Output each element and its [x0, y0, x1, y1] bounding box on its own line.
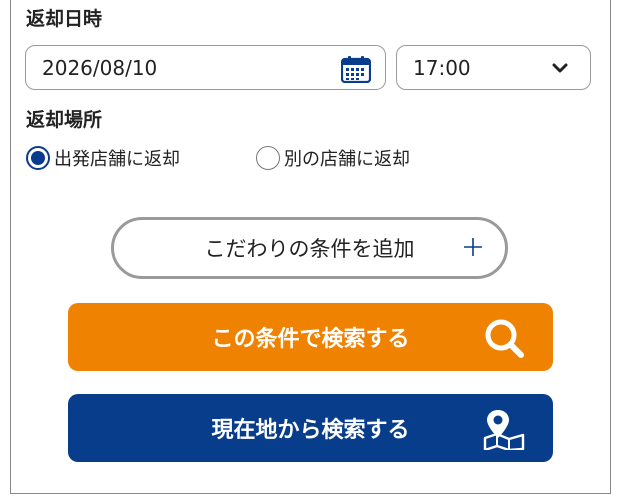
search-button-label: この条件で検索する [211, 327, 410, 352]
return-date-field[interactable]: 2026/08/10 [25, 45, 386, 90]
plus-icon [464, 238, 482, 256]
magnifier-icon [485, 319, 524, 358]
return-time-value: 17:00 [413, 55, 471, 80]
radio-other-store-label: 別の店舗に返却 [284, 149, 410, 170]
return-datetime-heading: 返却日時 [26, 8, 103, 30]
return-time-select[interactable]: 17:00 [396, 45, 591, 90]
add-conditions-button[interactable]: こだわりの条件を追加 [111, 217, 508, 279]
search-nearby-label: 現在地から検索する [211, 418, 410, 443]
radio-same-store-label: 出発店舗に返却 [54, 149, 180, 170]
return-place-heading: 返却場所 [26, 109, 103, 131]
radio-same-store-circle[interactable] [26, 146, 50, 170]
add-conditions-label: こだわりの条件を追加 [204, 237, 415, 261]
radio-other-store[interactable]: 別の店舗に返却 [256, 145, 410, 171]
chevron-down-icon [552, 63, 568, 73]
search-nearby-button[interactable]: 現在地から検索する [68, 394, 553, 462]
search-button[interactable]: この条件で検索する [68, 303, 553, 371]
radio-other-store-circle[interactable] [256, 146, 280, 170]
return-date-value: 2026/08/10 [42, 55, 158, 80]
map-pin-icon [483, 410, 525, 450]
radio-same-store[interactable]: 出発店舗に返却 [26, 145, 180, 171]
calendar-icon[interactable] [341, 55, 371, 83]
